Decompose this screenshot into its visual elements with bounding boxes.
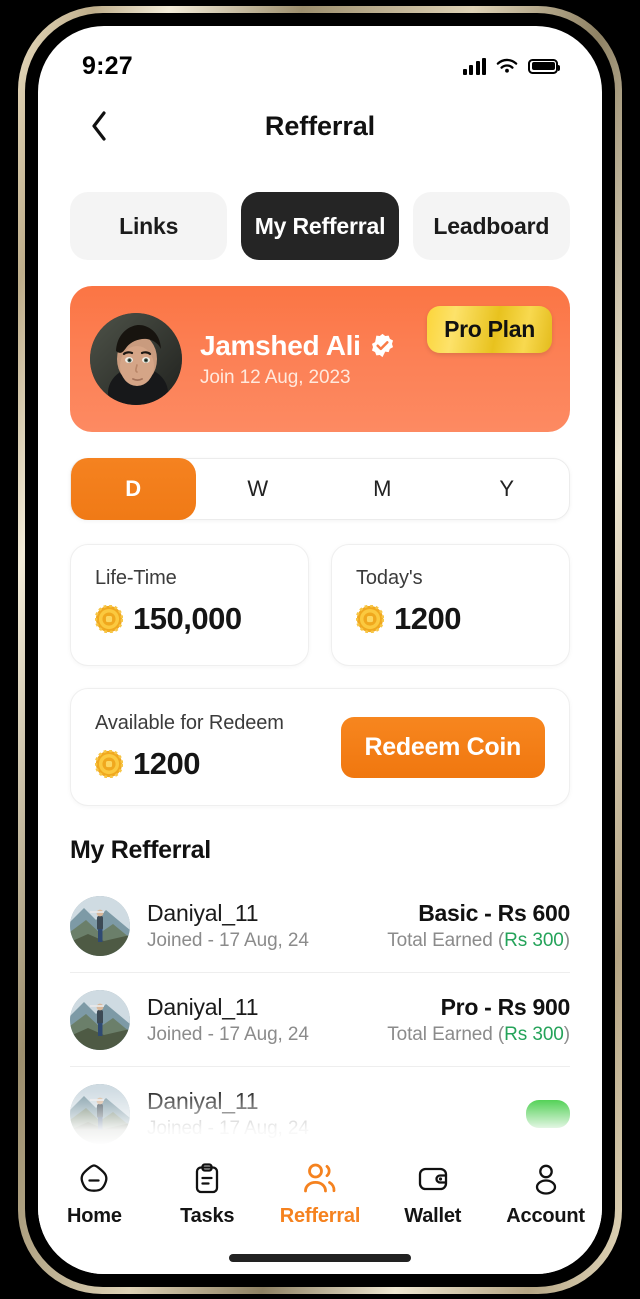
period-option-d[interactable]: D (71, 458, 196, 520)
stat-value: 150,000 (133, 601, 242, 636)
wallet-icon (418, 1167, 447, 1191)
person-icon (535, 1164, 556, 1195)
redeem-card: Available for Redeem 1200 Redeem Coin (70, 688, 570, 806)
earned-suffix: ) (563, 1023, 570, 1045)
status-icons (462, 57, 560, 75)
user-photo (90, 313, 182, 405)
nav-item-wallet[interactable]: Wallet (376, 1162, 489, 1228)
referral-info: Daniyal_11 Joined - 17 Aug, 24 (147, 900, 387, 952)
nav-label: Refferral (279, 1205, 361, 1227)
stat-card-today: Today's 1200 (331, 544, 570, 666)
battery-full-icon (528, 58, 560, 74)
referral-joined: Joined - 17 Aug, 24 (147, 1118, 309, 1139)
stat-value-row: 150,000 (95, 601, 284, 637)
tab-my-refferral[interactable]: My Refferral (241, 192, 399, 260)
stat-label: Life-Time (95, 567, 177, 589)
chevron-left-icon (92, 111, 106, 141)
redeem-value: 1200 (133, 746, 200, 781)
avatar (90, 313, 182, 405)
avatar (70, 1084, 130, 1144)
home-indicator[interactable] (229, 1254, 411, 1262)
nav-header: Refferral (38, 88, 602, 164)
avatar (70, 895, 130, 956)
stat-value-row: 1200 (356, 601, 545, 637)
referral-name: Daniyal_11 (147, 899, 259, 926)
nav-label: Home (67, 1205, 122, 1227)
tab-bar: Links My Refferral Leadboard (38, 164, 602, 260)
nav-item-tasks[interactable]: Tasks (151, 1162, 264, 1228)
home-icon (80, 1164, 108, 1192)
period-option-w[interactable]: W (196, 459, 321, 519)
nav-item-home[interactable]: Home (38, 1162, 151, 1228)
nav-item-referral[interactable]: Refferral (264, 1162, 377, 1228)
referral-name: Daniyal_11 (147, 1088, 259, 1114)
user-photo (70, 895, 130, 956)
referral-joined: Joined - 17 Aug, 24 (147, 1023, 309, 1045)
stats-row: Life-Time 150,000 Today's 1200 (70, 544, 570, 666)
stat-label: Today's (356, 567, 423, 589)
stat-card-lifetime: Life-Time 150,000 (70, 544, 309, 666)
earned-prefix: Total Earned ( (387, 1023, 505, 1045)
scroll-content: Links My Refferral Leadboard Jamshed Ali… (38, 164, 602, 1274)
referral-plan: Pro - Rs 900 (440, 993, 571, 1020)
user-photo (70, 1084, 130, 1144)
tab-leadboard[interactable]: Leadboard (412, 192, 570, 260)
page-title: Refferral (264, 110, 376, 141)
clipboard-icon (196, 1163, 219, 1194)
period-option-m[interactable]: M (320, 459, 445, 519)
period-option-y[interactable]: Y (445, 459, 570, 519)
tab-links[interactable]: Links (70, 192, 228, 260)
status-bar: 9:27 (38, 26, 602, 88)
nav-label: Account (506, 1205, 585, 1227)
profile-card[interactable]: Jamshed Ali Join 12 Aug, 2023 Pro Plan (70, 286, 570, 432)
referral-info: Daniyal_11 Joined - 17 Aug, 24 (147, 1088, 526, 1140)
avatar (70, 989, 130, 1050)
nav-label: Tasks (180, 1205, 235, 1227)
people-icon (304, 1163, 336, 1193)
nav-item-account[interactable]: Account (489, 1162, 602, 1228)
coin-icon (95, 750, 123, 778)
referral-name: Daniyal_11 (147, 993, 259, 1020)
table-row[interactable]: Daniyal_11 Joined - 17 Aug, 24 Pro - Rs … (70, 973, 570, 1067)
wifi-icon (496, 58, 518, 73)
back-button[interactable] (82, 109, 116, 143)
earned-amount: Rs 300 (504, 929, 564, 951)
referral-plan: Basic - Rs 600 (418, 899, 570, 926)
referral-info: Daniyal_11 Joined - 17 Aug, 24 (147, 994, 387, 1046)
earned-prefix: Total Earned ( (387, 929, 505, 951)
referral-list: Daniyal_11 Joined - 17 Aug, 24 Basic - R… (70, 879, 570, 1161)
signal-bars-icon (462, 57, 486, 75)
redeem-label: Available for Redeem (95, 712, 284, 734)
phone-screen: 9:27 Refferral Links My Refferral Leadbo… (38, 26, 602, 1274)
referral-list-heading: My Refferral (70, 836, 211, 864)
profile-name: Jamshed Ali (200, 329, 361, 361)
redeem-coin-button[interactable]: Redeem Coin (340, 716, 545, 778)
profile-join-date: Join 12 Aug, 2023 (200, 366, 351, 388)
user-photo (70, 989, 130, 1050)
referral-earned: Total Earned (Rs 300) (387, 930, 570, 952)
referral-amounts: Pro - Rs 900 Total Earned (Rs 300) (387, 994, 570, 1046)
nav-label: Wallet (404, 1205, 462, 1227)
referral-action-button[interactable] (526, 1100, 570, 1128)
referral-earned: Total Earned (Rs 300) (387, 1024, 570, 1046)
period-selector: D W M Y (70, 458, 570, 520)
profile-text: Jamshed Ali Join 12 Aug, 2023 (200, 330, 395, 389)
referral-amounts: Basic - Rs 600 Total Earned (Rs 300) (387, 900, 570, 952)
plan-badge[interactable]: Pro Plan (427, 306, 552, 353)
verified-badge-icon (371, 333, 393, 358)
referral-joined: Joined - 17 Aug, 24 (147, 929, 309, 951)
coin-icon (356, 605, 384, 633)
earned-amount: Rs 300 (504, 1023, 564, 1045)
coin-icon (95, 605, 123, 633)
profile-name-row: Jamshed Ali (200, 330, 395, 362)
status-time: 9:27 (82, 51, 133, 80)
table-row[interactable]: Daniyal_11 Joined - 17 Aug, 24 Basic - R… (70, 879, 570, 973)
stat-value: 1200 (394, 601, 461, 636)
redeem-value-row: 1200 (95, 746, 284, 782)
redeem-info: Available for Redeem 1200 (95, 712, 284, 782)
earned-suffix: ) (563, 929, 570, 951)
